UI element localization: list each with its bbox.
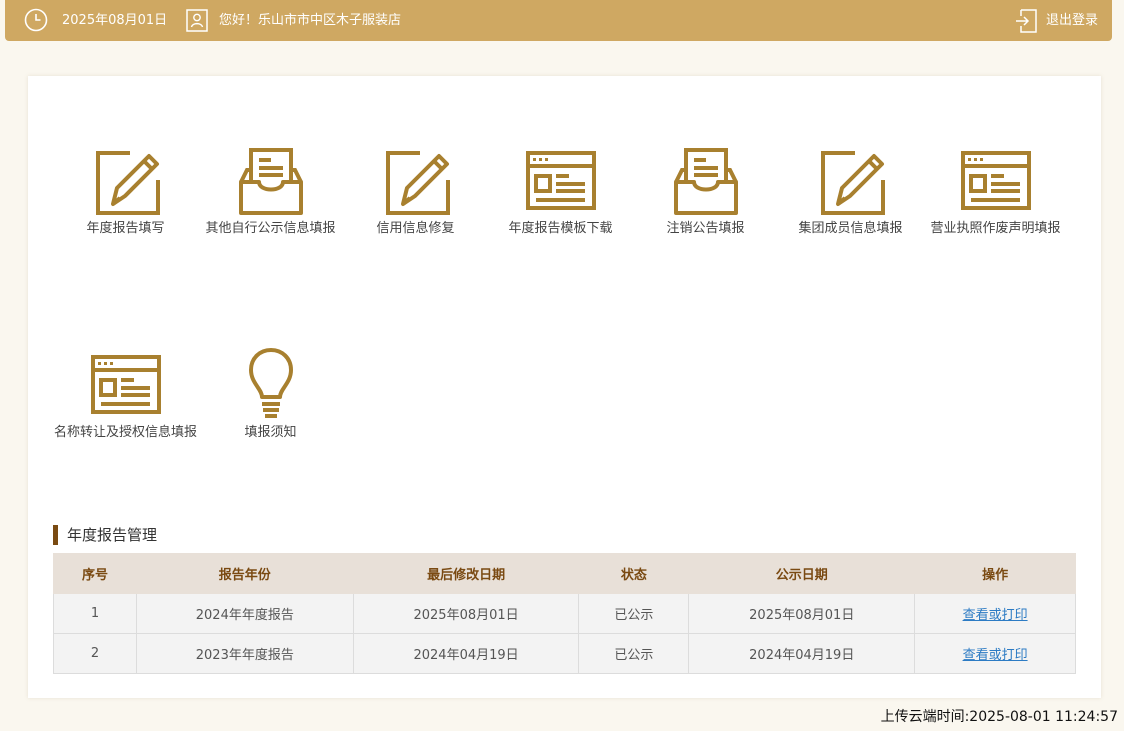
tile-label: 年度报告填写 (86, 221, 165, 236)
tile-annual-report-fill[interactable]: 年度报告填写 (53, 140, 198, 238)
inbox-tray-icon (673, 148, 738, 215)
tile-label: 注销公告填报 (666, 221, 745, 236)
tile-template-download[interactable]: 年度报告模板下载 (488, 140, 633, 238)
tile-label: 信用信息修复 (376, 221, 455, 236)
cell-status: 已公示 (578, 633, 690, 674)
form-window-icon (525, 151, 596, 210)
column-header: 状态 (578, 553, 690, 594)
tile-label: 名称转让及授权信息填报 (53, 425, 197, 440)
cell-publish-date: 2025年08月01日 (688, 593, 916, 634)
edit-pencil-icon (385, 151, 450, 215)
main-panel: 年度报告填写 其他自行公示信息填报 信用信息修复 年度报告模板下载 注销公告填报… (28, 76, 1101, 698)
view-print-link[interactable]: 查看或打印 (963, 648, 1028, 663)
current-date: 2025年08月01日 (62, 13, 168, 28)
tile-name-transfer-auth[interactable]: 名称转让及授权信息填报 (53, 344, 198, 442)
user-greeting: 您好！乐山市市中区木子服装店 (219, 13, 402, 28)
logout-icon (1016, 9, 1037, 33)
cell-index: 2 (53, 633, 137, 674)
lightbulb-icon (248, 348, 293, 418)
cell-status: 已公示 (578, 593, 690, 634)
column-header: 操作 (914, 553, 1076, 594)
clock-icon (24, 8, 48, 32)
table-row: 1 2024年年度报告 2025年08月01日 已公示 2025年08月01日 … (53, 593, 1076, 634)
edit-pencil-icon (820, 151, 885, 215)
cell-action: 查看或打印 (914, 593, 1076, 634)
logout-button[interactable]: 退出登录 (1015, 8, 1098, 34)
tile-label: 年度报告模板下载 (508, 221, 613, 236)
tile-group-member-info[interactable]: 集团成员信息填报 (778, 140, 923, 238)
tile-label: 营业执照作废声明填报 (930, 221, 1061, 236)
column-header: 公示日期 (688, 553, 916, 594)
tile-license-void-statement[interactable]: 营业执照作废声明填报 (923, 140, 1068, 238)
cell-action: 查看或打印 (914, 633, 1076, 674)
tile-other-disclosure[interactable]: 其他自行公示信息填报 (198, 140, 343, 238)
column-header: 序号 (53, 553, 137, 594)
table-header-row: 序号 报告年份 最后修改日期 状态 公示日期 操作 (53, 553, 1076, 594)
cell-report-year: 2024年年度报告 (135, 593, 354, 634)
edit-pencil-icon (95, 151, 160, 215)
form-window-icon (90, 355, 161, 414)
user-icon (186, 9, 208, 32)
cell-last-modified: 2025年08月01日 (352, 593, 580, 634)
cell-publish-date: 2024年04月19日 (688, 633, 916, 674)
tile-cancellation-notice[interactable]: 注销公告填报 (633, 140, 778, 238)
upload-time: 上传云端时间:2025-08-01 11:24:57 (880, 709, 1118, 725)
table-row: 2 2023年年度报告 2024年04月19日 已公示 2024年04月19日 … (53, 633, 1076, 674)
tile-filing-instructions[interactable]: 填报须知 (198, 344, 343, 442)
tile-credit-repair[interactable]: 信用信息修复 (343, 140, 488, 238)
form-window-icon (960, 151, 1031, 210)
logout-label: 退出登录 (1046, 13, 1099, 28)
annual-report-table: 序号 报告年份 最后修改日期 状态 公示日期 操作 1 2024年年度报告 20… (53, 553, 1076, 674)
tile-label: 填报须知 (244, 425, 297, 440)
section-title-annual-report: 年度报告管理 (53, 525, 157, 545)
tile-label: 集团成员信息填报 (798, 221, 903, 236)
cell-report-year: 2023年年度报告 (135, 633, 354, 674)
top-bar: 2025年08月01日 您好！乐山市市中区木子服装店 退出登录 (5, 0, 1112, 41)
cell-last-modified: 2024年04月19日 (352, 633, 580, 674)
view-print-link[interactable]: 查看或打印 (963, 608, 1028, 623)
cell-index: 1 (53, 593, 137, 634)
column-header: 最后修改日期 (352, 553, 580, 594)
inbox-tray-icon (238, 148, 303, 215)
column-header: 报告年份 (135, 553, 354, 594)
tile-label: 其他自行公示信息填报 (205, 221, 336, 236)
